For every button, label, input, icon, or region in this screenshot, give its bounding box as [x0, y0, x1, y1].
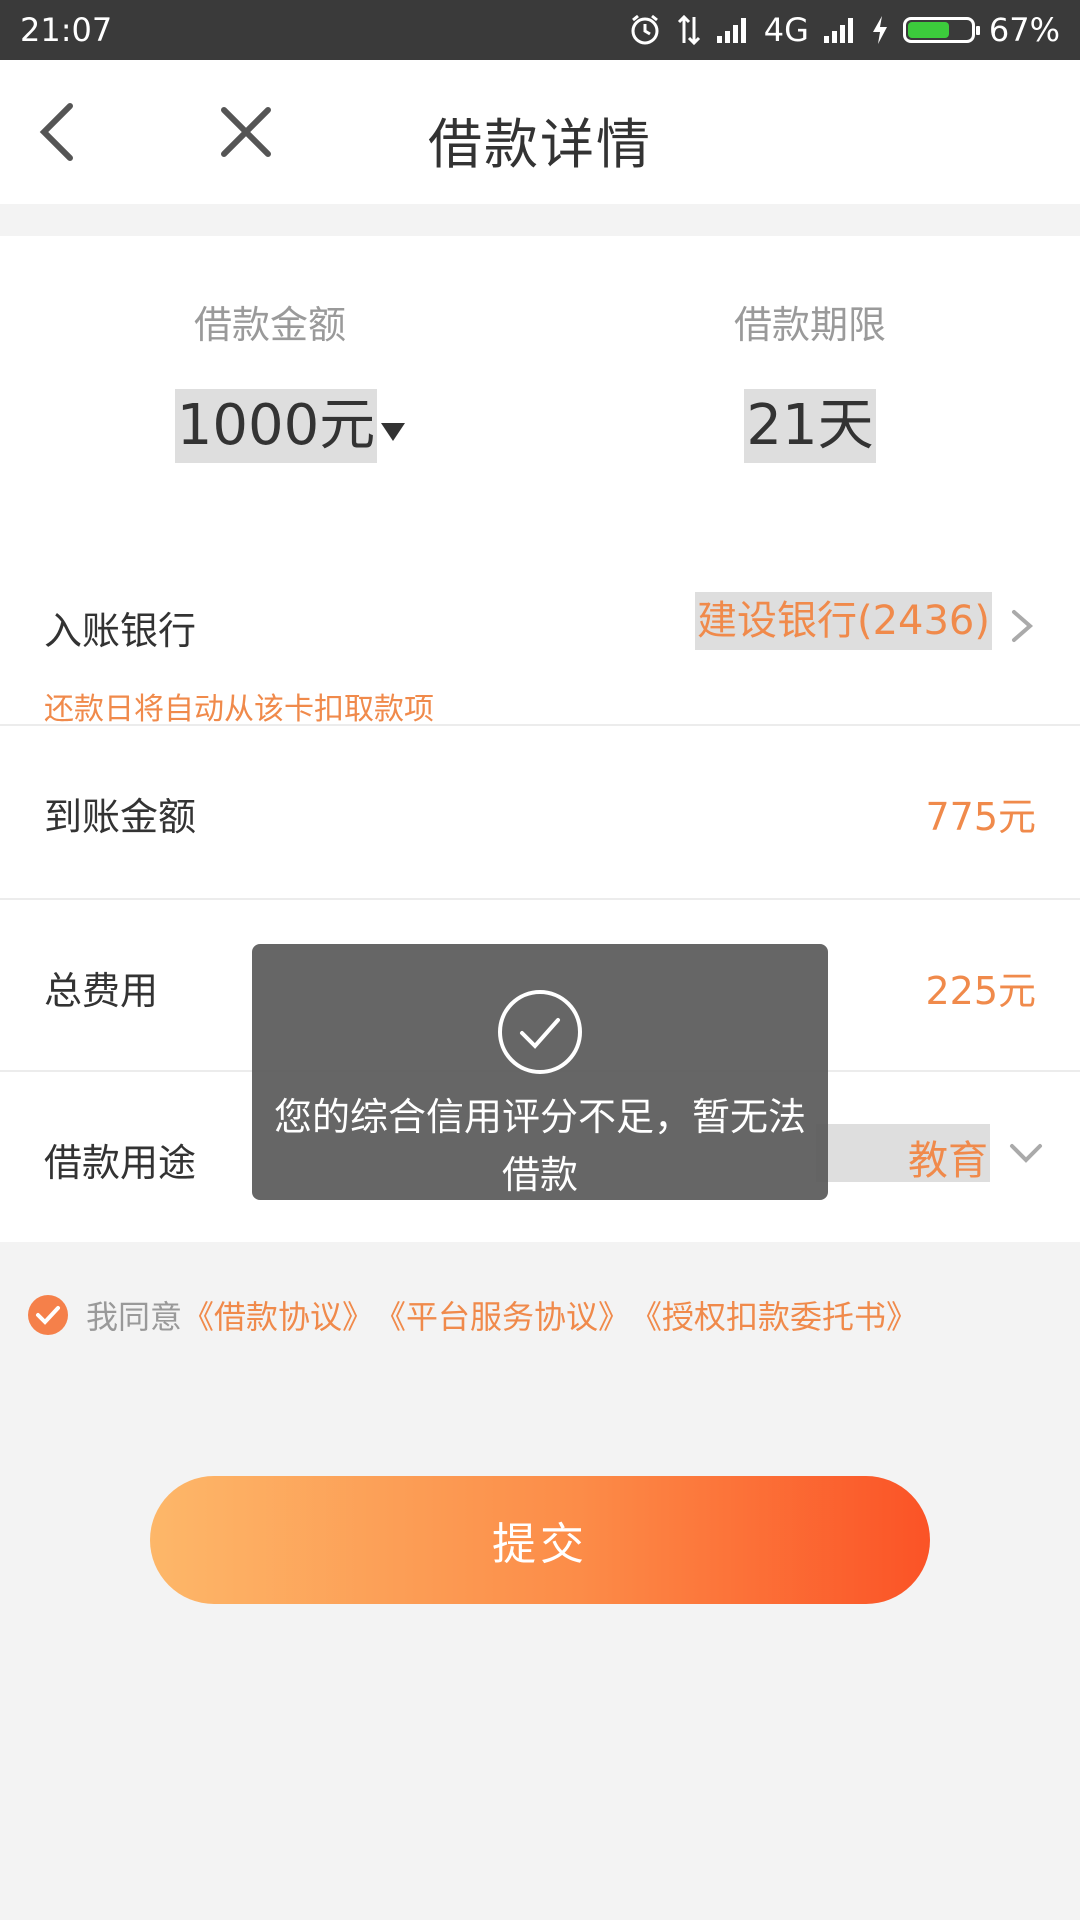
toast-message: 您的综合信用评分不足，暂无法借款 — [273, 1095, 806, 1197]
agree-text: 我同意 — [86, 1298, 183, 1336]
toast: 您的综合信用评分不足，暂无法借款 — [252, 944, 828, 1200]
status-time: 21:07 — [20, 11, 113, 49]
term-label: 借款期限 — [733, 303, 886, 347]
charging-icon — [871, 15, 889, 45]
bank-row[interactable]: 入账银行 建设银行(2436) 还款日将自动从该卡扣取款项 — [0, 556, 1080, 727]
agreement: 我同意 《借款协议》 《平台服务协议》 《授权扣款委托书》 — [28, 1292, 918, 1338]
submit-button[interactable]: 提交 — [150, 1476, 930, 1604]
chevron-right-icon[interactable] — [1004, 606, 1040, 646]
loan-agreement-link[interactable]: 《借款协议》 — [182, 1292, 374, 1338]
signal-icon — [716, 16, 750, 44]
term-selector[interactable]: 21天 — [540, 389, 1080, 463]
platform-service-agreement-link[interactable]: 《平台服务协议》 — [374, 1292, 630, 1338]
chevron-down-icon[interactable] — [1006, 1138, 1046, 1170]
caret-down-icon[interactable] — [381, 423, 406, 441]
amount-column: 借款金额 1000元 — [0, 236, 540, 463]
use-value[interactable]: 教育 — [908, 1128, 988, 1186]
bank-label: 入账银行 — [44, 609, 197, 653]
fee-label: 总费用 — [44, 969, 159, 1013]
network-type: 4G — [763, 11, 809, 49]
divider — [0, 724, 1080, 726]
signal-icon — [823, 16, 857, 44]
battery-percent: 67% — [988, 11, 1060, 49]
term-value[interactable]: 21天 — [744, 389, 876, 463]
arrive-amount-row: 到账金额 775元 — [0, 726, 1080, 898]
arrive-label: 到账金额 — [44, 795, 197, 839]
arrive-value: 775元 — [925, 795, 1036, 839]
fee-value: 225元 — [925, 969, 1036, 1013]
bank-note: 还款日将自动从该卡扣取款项 — [44, 692, 434, 727]
page-title: 借款详情 — [428, 113, 652, 176]
data-transfer-icon — [676, 13, 702, 47]
term-column: 借款期限 21天 — [540, 236, 1080, 463]
bank-value[interactable]: 建设银行(2436) — [694, 592, 992, 650]
alarm-icon — [628, 13, 662, 47]
divider — [0, 898, 1080, 900]
status-icons: 4G 67% — [628, 11, 1060, 49]
nav-bar: 借款详情 — [0, 60, 1080, 204]
check-circle-icon — [496, 988, 584, 1076]
battery-icon — [902, 17, 980, 43]
use-label: 借款用途 — [44, 1141, 197, 1185]
amount-label: 借款金额 — [193, 303, 346, 347]
debit-authorization-link[interactable]: 《授权扣款委托书》 — [630, 1292, 918, 1338]
amount-value[interactable]: 1000元 — [174, 389, 378, 463]
status-bar: 21:07 4G 67% — [0, 0, 1080, 60]
agree-checkbox[interactable] — [28, 1295, 68, 1335]
amount-selector[interactable]: 1000元 — [0, 389, 540, 463]
loan-summary: 借款金额 1000元 借款期限 21天 — [0, 236, 1080, 556]
